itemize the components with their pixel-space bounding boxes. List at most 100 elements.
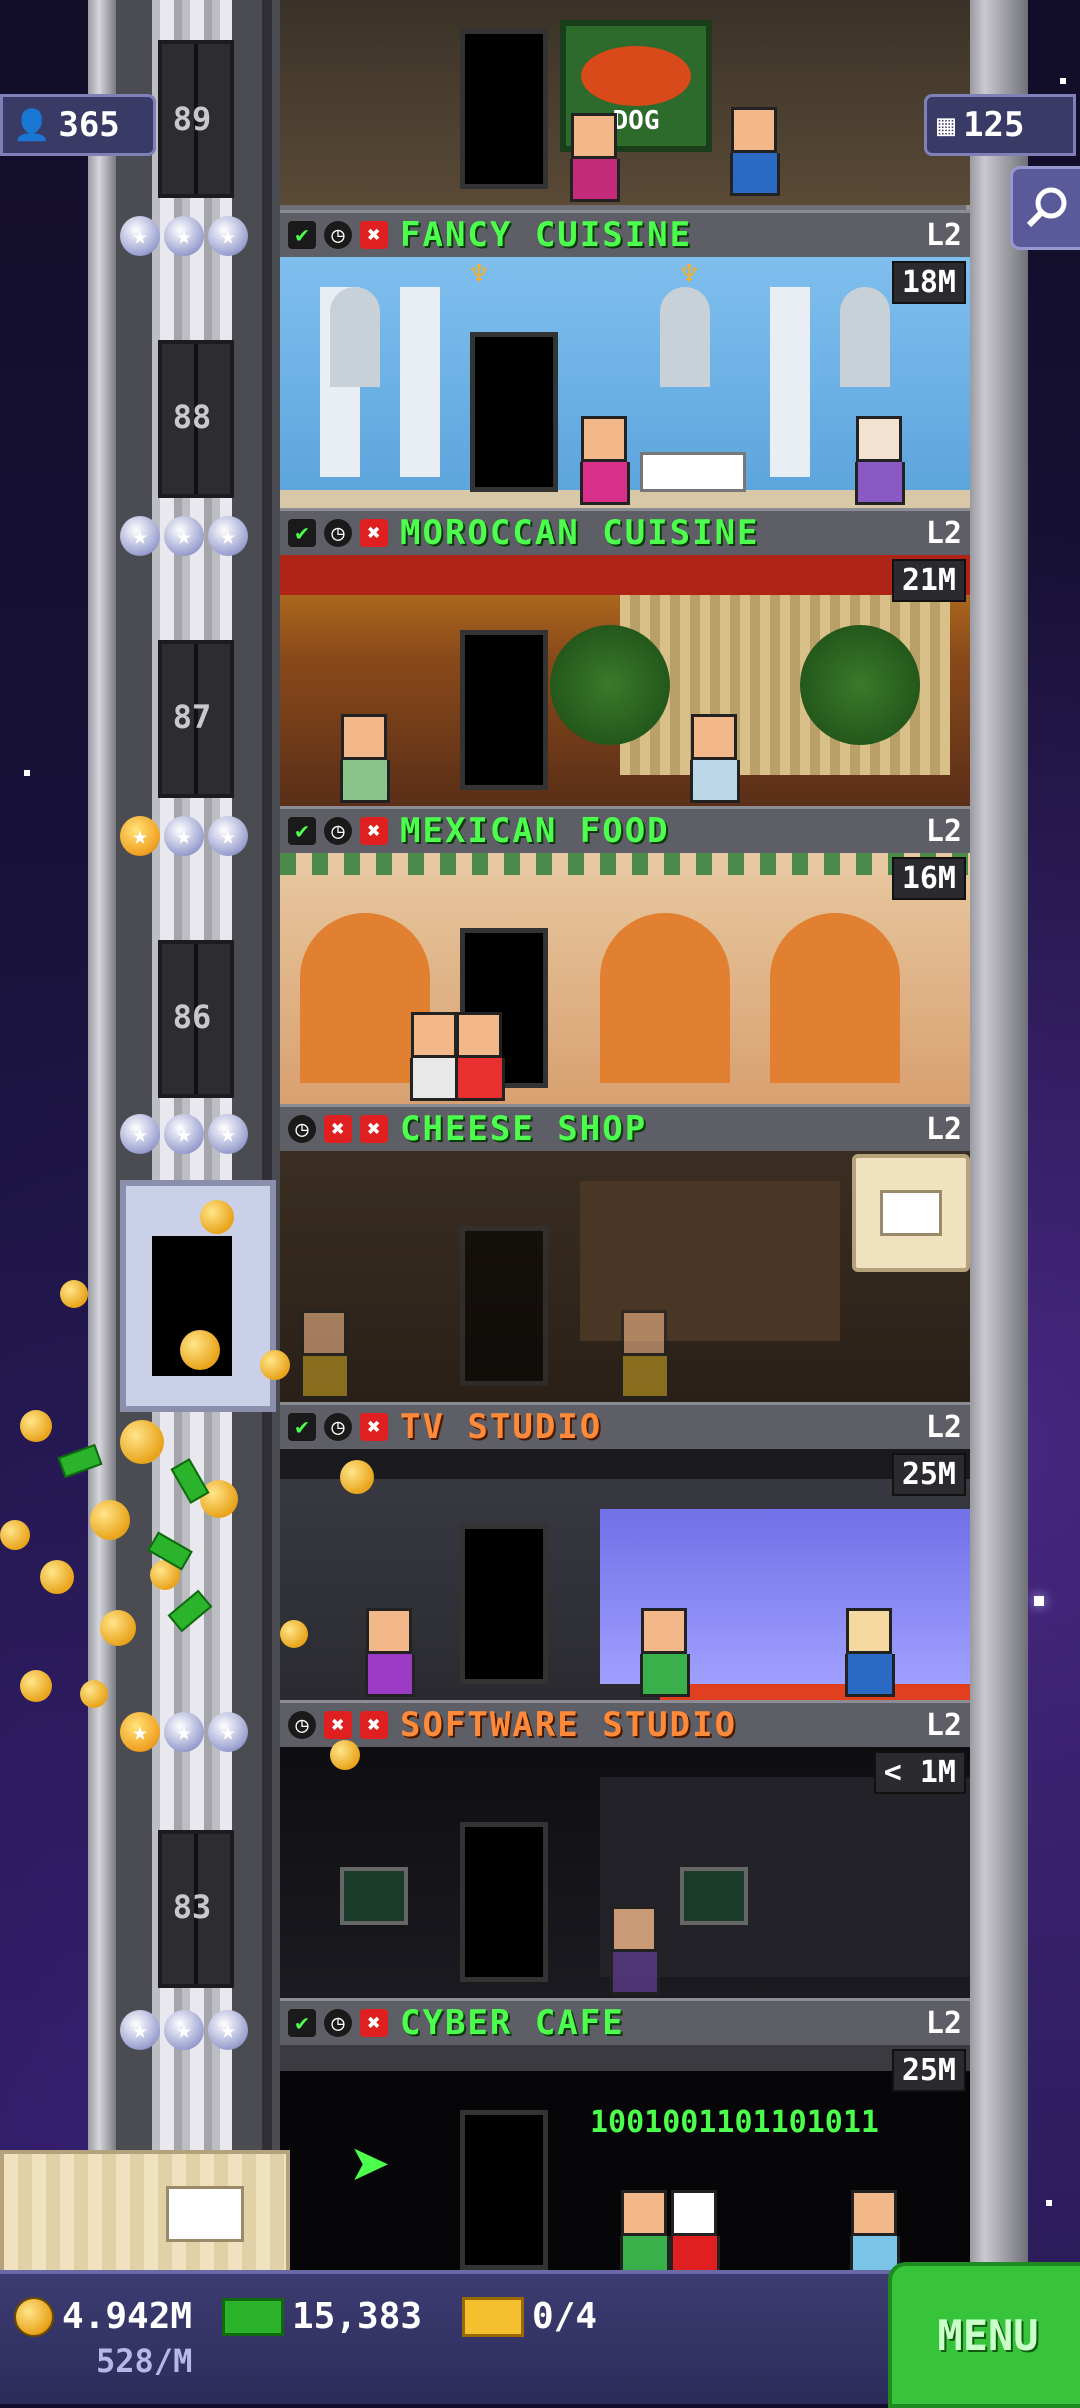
floor-door bbox=[460, 1226, 548, 1386]
floor-cyber-cafe[interactable]: ✔ ◷ ✖ CYBER CAFE L2 1001001101101011 ➤ 2… bbox=[280, 1998, 970, 2270]
resident[interactable] bbox=[845, 1608, 895, 1697]
close-x-icon: ✖ bbox=[360, 221, 388, 249]
floor-name: MOROCCAN CUISINE bbox=[400, 513, 760, 553]
box-icon bbox=[166, 2186, 244, 2242]
floor-name: SOFTWARE STUDIO bbox=[400, 1705, 738, 1745]
star-icon: ★ bbox=[164, 1114, 204, 1154]
menu-label: MENU bbox=[937, 2310, 1039, 2360]
resident[interactable] bbox=[730, 107, 780, 196]
floor-header[interactable]: ✔ ◷ ✖ TV STUDIO L2 bbox=[280, 1402, 970, 1452]
population-counter[interactable]: 👤 365 bbox=[0, 94, 156, 156]
resident[interactable] bbox=[620, 2190, 670, 2270]
close-x-icon: ✖ bbox=[360, 1115, 388, 1143]
floor-header[interactable]: ◷ ✖ ✖ SOFTWARE STUDIO L2 bbox=[280, 1700, 970, 1750]
clock-icon: ◷ bbox=[324, 1413, 352, 1441]
floor-header[interactable]: ◷ ✖ ✖ CHEESE SHOP L2 bbox=[280, 1104, 970, 1154]
delivery-crate-button[interactable] bbox=[852, 1154, 970, 1272]
star-icon: ★ bbox=[164, 516, 204, 556]
floor-mexican-food[interactable]: ✔ ◷ ✖ MEXICAN FOOD L2 16M bbox=[280, 806, 970, 1104]
close-x-icon: ✖ bbox=[360, 2009, 388, 2037]
coins-counter[interactable]: 4.942M bbox=[14, 2296, 192, 2337]
building-icon: ▦ bbox=[937, 107, 956, 143]
population-value: 365 bbox=[58, 105, 120, 145]
floor-level: L2 bbox=[925, 217, 962, 253]
bitizen-crate-button[interactable] bbox=[0, 2150, 290, 2278]
floor-top-restaurant[interactable]: DOG bbox=[280, 0, 970, 210]
tickets-counter[interactable]: 0/4 bbox=[462, 2296, 597, 2337]
resident[interactable] bbox=[620, 1310, 670, 1399]
floor-door bbox=[460, 29, 548, 189]
person-icon: 👤 bbox=[13, 107, 51, 143]
earnings-badge: 21M bbox=[891, 559, 966, 602]
gold-star-icon: ★ bbox=[120, 816, 160, 856]
star-icon: ★ bbox=[208, 516, 248, 556]
resident[interactable] bbox=[570, 113, 620, 202]
checkmark-icon: ✔ bbox=[288, 2009, 316, 2037]
box-icon bbox=[880, 1190, 942, 1236]
clock-icon: ◷ bbox=[324, 817, 352, 845]
floor-header[interactable]: ✔ ◷ ✖ MEXICAN FOOD L2 bbox=[280, 806, 970, 856]
star-decoration bbox=[1060, 78, 1066, 84]
resident[interactable] bbox=[640, 1608, 690, 1697]
star-icon: ★ bbox=[208, 816, 248, 856]
gold-star-icon: ★ bbox=[120, 1712, 160, 1752]
resident[interactable] bbox=[850, 2190, 900, 2270]
chandelier-icon: ♆ bbox=[470, 257, 489, 292]
floor-software-studio[interactable]: ◷ ✖ ✖ SOFTWARE STUDIO L2 < 1M bbox=[280, 1700, 970, 1998]
earnings-badge: 18M bbox=[891, 261, 966, 304]
star-decoration bbox=[1034, 1596, 1044, 1606]
floor-fancy-cuisine[interactable]: ✔ ◷ ✖ FANCY CUISINE L2 ♆ ♆ 18M bbox=[280, 210, 970, 508]
star-icon: ★ bbox=[120, 1114, 160, 1154]
floor-tv-studio[interactable]: ✔ ◷ ✖ TV STUDIO L2 25M bbox=[280, 1402, 970, 1700]
resident[interactable] bbox=[455, 1012, 505, 1101]
resident[interactable] bbox=[410, 1012, 460, 1101]
floor-door bbox=[460, 630, 548, 790]
tower-left-rail bbox=[88, 0, 116, 2270]
coins-rate-value: 528/M bbox=[96, 2342, 193, 2380]
coins-rate: 528/M bbox=[96, 2342, 192, 2380]
floor-level: L2 bbox=[925, 1409, 962, 1445]
resident[interactable] bbox=[610, 1906, 660, 1995]
star-icon: ★ bbox=[164, 816, 204, 856]
search-button[interactable] bbox=[1010, 166, 1080, 250]
floor-header[interactable]: ✔ ◷ ✖ CYBER CAFE L2 bbox=[280, 1998, 970, 2048]
bux-value: 15,383 bbox=[292, 2296, 423, 2337]
floor-number: 87 bbox=[172, 698, 212, 736]
monitor-icon bbox=[340, 1867, 408, 1925]
floor-number: 88 bbox=[172, 398, 212, 436]
floor-number: 89 bbox=[172, 100, 212, 138]
floor-name: MEXICAN FOOD bbox=[400, 811, 670, 851]
chandelier-icon: ♆ bbox=[680, 257, 699, 292]
bux-counter[interactable]: 15,383 bbox=[222, 2296, 422, 2337]
close-x-icon: ✖ bbox=[360, 817, 388, 845]
floor-moroccan-cuisine[interactable]: ✔ ◷ ✖ MOROCCAN CUISINE L2 21M bbox=[280, 508, 970, 806]
coins-value: 4.942M bbox=[62, 2296, 193, 2337]
ticket-icon bbox=[462, 2296, 524, 2337]
resident[interactable] bbox=[855, 416, 905, 505]
floor-door bbox=[470, 332, 558, 492]
earnings-badge: < 1M bbox=[873, 1751, 966, 1794]
star-icon: ★ bbox=[208, 1114, 248, 1154]
search-icon bbox=[1026, 187, 1067, 228]
checkmark-icon: ✔ bbox=[288, 1413, 316, 1441]
clock-icon: ◷ bbox=[288, 1115, 316, 1143]
star-decoration bbox=[24, 770, 30, 776]
floor-name: TV STUDIO bbox=[400, 1407, 603, 1447]
resident[interactable] bbox=[365, 1608, 415, 1697]
resident[interactable] bbox=[300, 1310, 350, 1399]
floor-header[interactable]: ✔ ◷ ✖ MOROCCAN CUISINE L2 bbox=[280, 508, 970, 558]
resident[interactable] bbox=[670, 2190, 720, 2270]
floors-counter[interactable]: ▦ 125 bbox=[924, 94, 1076, 156]
resident[interactable] bbox=[690, 714, 740, 803]
close-x-icon: ✖ bbox=[360, 1711, 388, 1739]
bux-icon bbox=[222, 2297, 284, 2336]
floor-header[interactable]: ✔ ◷ ✖ FANCY CUISINE L2 bbox=[280, 210, 970, 260]
resident[interactable] bbox=[340, 714, 390, 803]
menu-button[interactable]: MENU bbox=[888, 2262, 1080, 2408]
resident[interactable] bbox=[580, 416, 630, 505]
floor-name: CHEESE SHOP bbox=[400, 1109, 648, 1149]
elevator-car[interactable] bbox=[120, 1180, 276, 1412]
clock-icon: ◷ bbox=[324, 519, 352, 547]
floor-level: L2 bbox=[925, 1111, 962, 1147]
floor-level: L2 bbox=[925, 1707, 962, 1743]
